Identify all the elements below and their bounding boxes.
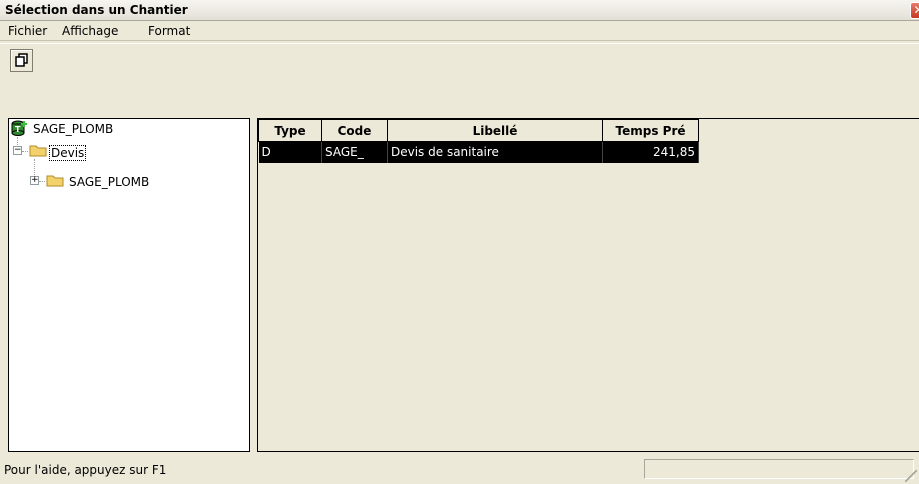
column-header-type[interactable]: Type [258,119,322,142]
cell-code: SAGE_ [321,141,388,163]
status-bar: Pour l'aide, appuyez sur F1 [0,457,919,484]
title-bar[interactable]: Sélection dans un Chantier ✕ [0,0,919,21]
menu-affichage[interactable]: Affichage [62,24,118,38]
expand-toggle[interactable]: + [30,176,39,185]
menu-format[interactable]: Format [148,24,190,38]
database-add-icon: T [11,120,27,136]
results-list[interactable]: Type Code Libellé Temps Pré D SAGE_ Devi… [257,118,919,452]
copy-window-icon [15,53,28,67]
tree-connector [39,181,45,182]
tree-connector [22,151,28,152]
toolbar [0,41,919,118]
menu-bar: Fichier Affichage Format [0,21,919,41]
folder-icon [46,175,64,187]
collapse-toggle[interactable]: − [13,146,22,155]
status-panel [644,459,914,479]
cell-type: D [258,141,322,163]
table-row[interactable]: D SAGE_ Devis de sanitaire 241,85 [258,141,699,163]
copy-window-button[interactable] [10,49,33,72]
tree-item-devis[interactable]: Devis [49,145,87,161]
cell-temps: 241,85 [602,141,699,163]
column-header-temps[interactable]: Temps Pré [602,119,699,142]
tree-item-root[interactable]: SAGE_PLOMB [33,122,113,136]
tree-item-sage-plomb[interactable]: SAGE_PLOMB [69,175,149,189]
column-header-code[interactable]: Code [321,119,388,142]
close-button[interactable]: ✕ [910,2,919,19]
cell-libelle: Devis de sanitaire [387,141,603,163]
tree-view[interactable]: T SAGE_PLOMB − Devis + SAGE_PLOMB [8,118,250,452]
resize-grip[interactable] [905,470,917,482]
column-header-libelle[interactable]: Libellé [387,119,603,142]
svg-text:T: T [15,125,21,134]
menu-fichier[interactable]: Fichier [8,24,47,38]
results-table: Type Code Libellé Temps Pré D SAGE_ Devi… [258,119,699,163]
close-icon: ✕ [913,3,919,17]
window-title: Sélection dans un Chantier [5,3,188,17]
folder-icon [29,145,47,157]
toolbar-separator [0,43,919,45]
status-text: Pour l'aide, appuyez sur F1 [4,463,167,477]
